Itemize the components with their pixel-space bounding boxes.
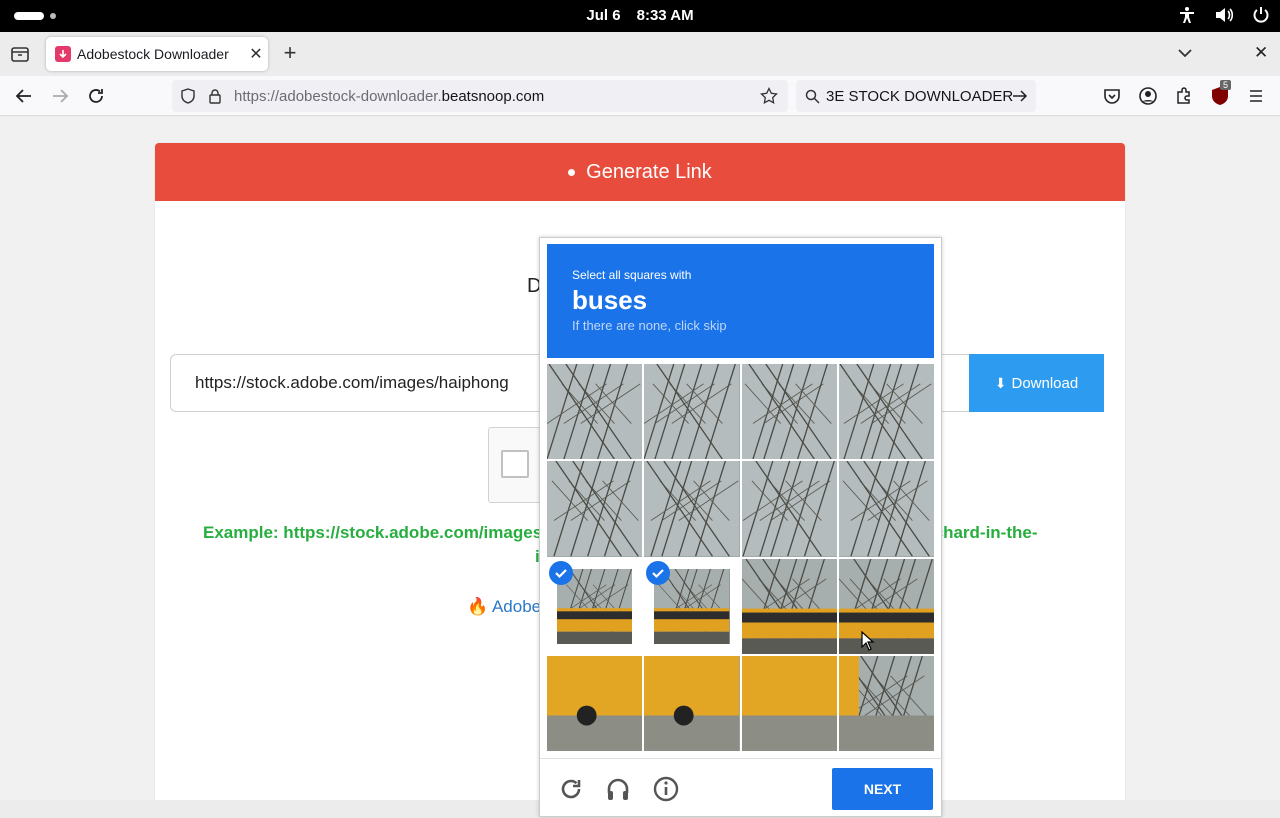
forward-icon[interactable] <box>50 86 70 106</box>
captcha-tile[interactable] <box>838 461 934 557</box>
volume-icon[interactable] <box>1214 6 1234 24</box>
captcha-tile[interactable] <box>547 364 643 460</box>
ublock-badge: 5 <box>1220 80 1232 90</box>
download-favicon-icon <box>55 46 71 62</box>
extensions-puzzle-icon[interactable] <box>1174 86 1194 106</box>
reload-icon[interactable] <box>86 86 106 106</box>
example-text: Example: https://stock.adobe.com/images/ <box>203 523 547 542</box>
menu-hamburger-icon[interactable] <box>1246 86 1266 106</box>
skip-hint: If there are none, click skip <box>572 318 727 333</box>
captcha-tile[interactable] <box>741 558 837 654</box>
captcha-tile[interactable] <box>547 655 643 751</box>
account-icon[interactable] <box>1138 86 1158 106</box>
generate-link-header: Generate Link <box>155 143 1125 201</box>
audio-challenge-headphones-icon[interactable] <box>604 775 632 803</box>
captcha-tile[interactable] <box>838 558 934 654</box>
reload-challenge-icon[interactable] <box>557 775 585 803</box>
example-text-end: rchard-in-the- <box>927 523 1038 542</box>
captcha-tile[interactable] <box>644 558 740 654</box>
download-icon: ⬇ <box>994 374 1007 391</box>
tab-title: Adobestock Downloader <box>77 46 229 62</box>
system-top-bar: Jul 6 8:33 AM <box>0 0 1280 32</box>
captcha-tile[interactable] <box>741 461 837 557</box>
challenge-instructions: Select all squares with buses If there a… <box>547 244 934 358</box>
new-tab-button[interactable]: + <box>278 42 302 66</box>
header-title: Generate Link <box>586 160 712 183</box>
image-grid <box>547 364 934 751</box>
captcha-tile[interactable] <box>644 364 740 460</box>
power-icon[interactable] <box>1252 6 1270 24</box>
captcha-tile[interactable] <box>741 364 837 460</box>
download-button[interactable]: ⬇ Download <box>969 354 1104 412</box>
tracking-shield-icon[interactable] <box>180 88 196 104</box>
navigation-toolbar: https://adobestock-downloader.beatsnoop.… <box>0 76 1280 116</box>
clock-date: Jul 6 <box>586 7 621 24</box>
lock-icon[interactable] <box>208 88 222 104</box>
pocket-icon[interactable] <box>1102 86 1122 106</box>
recaptcha-checkbox[interactable] <box>501 450 529 478</box>
firefox-view-icon[interactable] <box>10 44 30 64</box>
info-icon[interactable] <box>652 775 680 803</box>
captcha-tile[interactable] <box>741 655 837 751</box>
tab-close-icon[interactable]: ✕ <box>244 44 268 64</box>
mouse-cursor-icon <box>861 631 875 651</box>
clock-time: 8:33 AM <box>636 7 694 24</box>
search-bar[interactable]: 3E STOCK DOWNLOADER <box>796 80 1036 112</box>
captcha-tile[interactable] <box>644 655 740 751</box>
clock[interactable]: Jul 6 8:33 AM <box>0 7 1280 24</box>
fire-icon: 🔥 <box>467 597 489 616</box>
challenge-target: buses <box>572 285 648 315</box>
url-text: https://adobestock-downloader.beatsnoop.… <box>234 88 544 105</box>
search-query: 3E STOCK DOWNLOADER <box>826 88 1014 105</box>
tab-strip: Adobestock Downloader ✕ + ✕ <box>0 32 1280 76</box>
captcha-tile[interactable] <box>644 461 740 557</box>
tab-adobestock[interactable]: Adobestock Downloader ✕ <box>46 37 268 71</box>
list-tabs-chevron-down-icon[interactable] <box>1176 44 1194 62</box>
url-prefix: https://adobestock-downloader. <box>234 88 442 105</box>
download-label: Download <box>1011 374 1079 392</box>
adobe-link-label: Adobe <box>491 597 542 616</box>
bookmark-star-icon[interactable] <box>760 87 778 105</box>
system-tray[interactable] <box>1178 6 1270 24</box>
search-go-arrow-icon[interactable] <box>1012 89 1028 103</box>
captcha-tile[interactable] <box>547 461 643 557</box>
address-bar[interactable]: https://adobestock-downloader.beatsnoop.… <box>172 80 788 112</box>
next-button[interactable]: NEXT <box>832 768 933 810</box>
bullet-icon <box>568 168 576 176</box>
captcha-tile[interactable] <box>547 558 643 654</box>
url-domain: beatsnoop.com <box>441 88 545 105</box>
captcha-tile[interactable] <box>838 655 934 751</box>
window-close-icon[interactable]: ✕ <box>1254 43 1268 63</box>
ublock-icon[interactable]: 5 <box>1210 80 1232 106</box>
tile-selected-check-icon <box>549 560 573 585</box>
accessibility-icon[interactable] <box>1178 6 1196 24</box>
search-icon <box>805 89 820 104</box>
adobe-link[interactable]: 🔥 Adobe <box>467 597 541 617</box>
recaptcha-challenge: Select all squares with buses If there a… <box>539 237 943 818</box>
tile-selected-check-icon <box>646 560 671 585</box>
instruction-text: Select all squares with <box>572 268 692 282</box>
challenge-footer: NEXT <box>540 758 943 818</box>
back-icon[interactable] <box>14 86 34 106</box>
captcha-tile[interactable] <box>838 364 934 460</box>
